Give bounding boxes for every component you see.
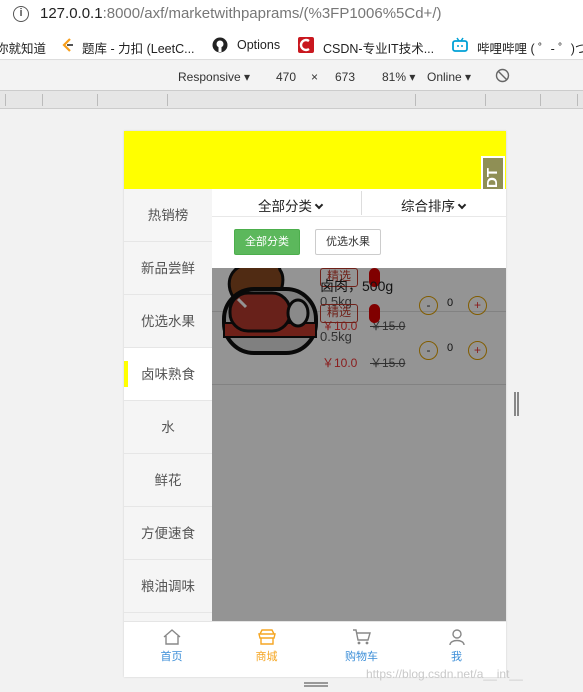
- sidebar-item-label: 新品尝鲜: [141, 261, 195, 276]
- ruler-mark: [97, 94, 98, 106]
- tab-home[interactable]: 首页: [124, 628, 219, 664]
- watermark-text: https://blog.csdn.net/a__int__: [366, 667, 523, 681]
- sidebar-item-label: 粮油调味: [141, 579, 195, 594]
- sidebar-item-label: 水: [161, 420, 175, 435]
- bookmark-leetcode[interactable]: 题库 - 力扣 (LeetC...: [82, 38, 195, 57]
- sidebar-item-label: 方便速食: [141, 526, 195, 541]
- sidebar-item-label: 热销榜: [147, 208, 189, 223]
- url-path: :8000/axf/marketwithpaprams/(%3FP1006%5C…: [102, 5, 442, 22]
- bookmark-1[interactable]: 你就知道: [0, 38, 46, 57]
- tab-label: 首页: [160, 651, 183, 663]
- sidebar-item-new[interactable]: 新品尝鲜: [124, 242, 212, 295]
- url-text[interactable]: 127.0.0.1:8000/axf/marketwithpaprams/(%3…: [40, 5, 441, 22]
- tab-me[interactable]: 我: [409, 628, 504, 664]
- bookmark-options[interactable]: Options: [237, 38, 280, 52]
- width-input[interactable]: 470: [276, 70, 296, 84]
- device-toolbar: Responsive ▾ 470 × 673 81% ▾ Online ▾: [0, 61, 583, 91]
- ruler-mark: [577, 94, 578, 106]
- cart-icon: [352, 629, 371, 645]
- resize-handle-right[interactable]: [514, 392, 519, 416]
- leetcode-icon: [62, 38, 73, 52]
- chevron-down-icon: [314, 200, 324, 210]
- all-categories-label: 全部分类: [258, 199, 312, 214]
- csdn-icon: [298, 37, 314, 53]
- user-icon: [448, 629, 465, 646]
- ruler-mark: [540, 94, 541, 106]
- filter-panel: 全部分类 优选水果: [212, 218, 506, 268]
- device-viewport: DjDT 热销榜 新品尝鲜 优选水果 卤味熟食 水 鲜花 方便速食 粮油调味 全…: [124, 131, 506, 677]
- site-info-icon[interactable]: i: [13, 6, 29, 22]
- overall-sort-dropdown[interactable]: 综合排序: [401, 195, 467, 215]
- device-label: Responsive: [178, 70, 241, 84]
- tab-cart[interactable]: 购物车: [314, 628, 409, 664]
- github-icon: [212, 37, 228, 53]
- ruler-mark: [415, 94, 416, 106]
- sidebar-item-braised[interactable]: 卤味熟食: [124, 348, 212, 401]
- filter-chip-all[interactable]: 全部分类: [234, 229, 300, 255]
- bookmark-csdn[interactable]: CSDN-专业IT技术...: [323, 38, 434, 57]
- bookmarks-bar: 你就知道 题库 - 力扣 (LeetC... Options CSDN-专业IT…: [0, 30, 583, 60]
- all-categories-dropdown[interactable]: 全部分类: [258, 195, 324, 215]
- sidebar-item-hot[interactable]: 热销榜: [124, 189, 212, 242]
- sidebar-item-label: 鲜花: [154, 473, 182, 488]
- sidebar-item-instant[interactable]: 方便速食: [124, 507, 212, 560]
- tab-label: 购物车: [345, 651, 378, 663]
- url-host: 127.0.0.1: [40, 5, 103, 22]
- media-query-ruler: [0, 91, 583, 109]
- sidebar-item-label: 卤味熟食: [141, 367, 195, 382]
- rotate-icon[interactable]: [495, 68, 510, 83]
- ruler-mark: [167, 94, 168, 106]
- address-bar[interactable]: i 127.0.0.1:8000/axf/marketwithpaprams/(…: [0, 0, 583, 30]
- tab-label: 商城: [255, 651, 278, 663]
- filter-chip-fruit[interactable]: 优选水果: [315, 229, 381, 255]
- ruler-mark: [485, 94, 486, 106]
- sidebar-item-grain-oil[interactable]: 粮油调味: [124, 560, 212, 613]
- sidebar-item-label: 优选水果: [141, 314, 195, 329]
- sidebar-item-fruit[interactable]: 优选水果: [124, 295, 212, 348]
- home-icon: [163, 629, 180, 645]
- sort-bar: 全部分类 综合排序: [212, 189, 506, 217]
- resize-handle-bottom[interactable]: [304, 682, 328, 687]
- tab-store[interactable]: 商城: [219, 628, 314, 664]
- overall-sort-label: 综合排序: [401, 199, 455, 214]
- network-select[interactable]: Online ▾: [427, 70, 471, 84]
- zoom-select[interactable]: 81% ▾: [382, 70, 415, 84]
- app-header: [124, 131, 506, 189]
- zoom-label: 81%: [382, 70, 407, 84]
- height-input[interactable]: 673: [335, 70, 355, 84]
- sidebar-item-flowers[interactable]: 鲜花: [124, 454, 212, 507]
- ruler-mark: [5, 94, 6, 106]
- sort-divider: [361, 191, 362, 215]
- device-select[interactable]: Responsive ▾: [178, 70, 250, 84]
- chevron-down-icon: [457, 200, 467, 210]
- network-label: Online: [427, 70, 462, 84]
- sidebar-item-water[interactable]: 水: [124, 401, 212, 454]
- dropdown-backdrop[interactable]: [212, 268, 506, 621]
- bilibili-icon: [452, 37, 468, 52]
- ruler-mark: [42, 94, 43, 106]
- dimension-separator: ×: [311, 70, 319, 84]
- store-icon: [257, 629, 276, 645]
- bookmark-bilibili[interactable]: 哔哩哔哩 ( ゜- ゜)つ...: [477, 38, 583, 57]
- category-sidebar: 热销榜 新品尝鲜 优选水果 卤味熟食 水 鲜花 方便速食 粮油调味: [124, 189, 212, 621]
- tab-label: 我: [451, 651, 462, 663]
- active-indicator: [124, 361, 128, 387]
